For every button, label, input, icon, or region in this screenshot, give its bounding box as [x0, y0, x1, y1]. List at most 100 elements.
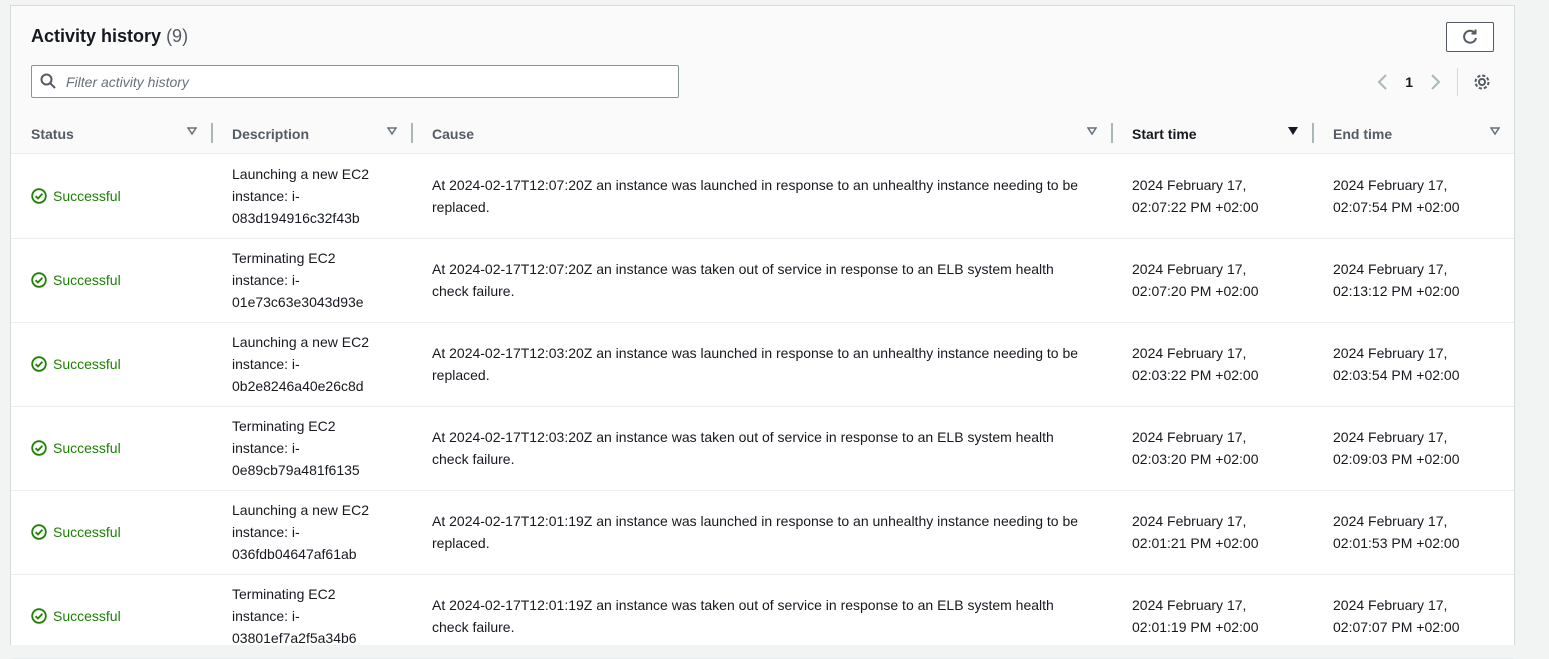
next-page-button[interactable]: [1423, 70, 1447, 94]
cause-cell-line: At 2024-02-17T12:07:20Z an instance was …: [432, 177, 1079, 193]
pager-divider: [1457, 68, 1458, 96]
refresh-button[interactable]: [1446, 22, 1494, 52]
description-cell-line: 036fdb04647af61ab: [232, 546, 357, 562]
table-row[interactable]: Successful Terminating EC2 instance: i- 01e…: [11, 238, 1514, 323]
cause-cell: At 2024-02-17T12:01:19Z an instance was …: [432, 594, 1102, 638]
description-cell-line: instance: i-: [232, 188, 300, 204]
sort-indicator-icon: [1087, 127, 1097, 136]
end-time-cell-line: 2024 February 17,: [1333, 429, 1448, 445]
column-resizer[interactable]: [211, 114, 213, 153]
column-resizer[interactable]: [411, 114, 413, 153]
end-time-cell-line: 02:01:53 PM +02:00: [1333, 535, 1460, 551]
end-time-cell-line: 02:07:54 PM +02:00: [1333, 199, 1460, 215]
description-cell-line: 0b2e8246a40e26c8d: [232, 378, 364, 394]
description-cell-line: 083d194916c32f43b: [232, 210, 360, 226]
column-resizer[interactable]: [1111, 114, 1113, 153]
status-text: Successful: [53, 524, 121, 540]
column-label-end-time: End time: [1333, 125, 1393, 142]
description-cell-line: instance: i-: [232, 440, 300, 456]
end-time-cell: 2024 February 17, 02:07:54 PM +02:00: [1333, 174, 1513, 218]
status-cell: Successful: [31, 521, 121, 543]
description-cell: Terminating EC2 instance: i- 01e73c63e3043…: [232, 247, 402, 313]
column-divider: [211, 123, 213, 143]
sort-indicator-icon: [1490, 127, 1500, 136]
description-cell-line: 0e89cb79a481f6135: [232, 462, 360, 478]
current-page[interactable]: 1: [1405, 74, 1413, 90]
description-cell-line: 01e73c63e3043d93e: [232, 294, 364, 310]
description-cell: Terminating EC2 instance: i- 03801ef7a2f5a…: [232, 583, 402, 649]
success-check-icon: [31, 524, 47, 540]
end-time-cell-line: 2024 February 17,: [1333, 597, 1448, 613]
end-time-cell-line: 2024 February 17,: [1333, 261, 1448, 277]
filter-input[interactable]: [64, 68, 668, 96]
end-time-cell: 2024 February 17, 02:09:03 PM +02:00: [1333, 426, 1513, 470]
status-text: Successful: [53, 440, 121, 456]
column-header-start-time[interactable]: Start time: [1132, 114, 1312, 153]
column-resizer[interactable]: [1312, 114, 1314, 153]
description-cell: Terminating EC2 instance: i- 0e89cb79a481f…: [232, 415, 402, 481]
table-row[interactable]: Successful Launching a new EC2 instance: i…: [11, 154, 1514, 239]
title-text: Activity history: [31, 26, 162, 46]
cause-cell-line: At 2024-02-17T12:03:20Z an instance was …: [432, 429, 1054, 445]
sort-descending-icon: [1288, 127, 1298, 135]
sort-indicator-icon: [387, 127, 397, 136]
status-text: Successful: [53, 608, 121, 624]
column-label-start-time: Start time: [1132, 125, 1197, 142]
description-cell-line: Launching a new EC2: [232, 502, 369, 518]
refresh-icon: [1463, 29, 1477, 44]
description-cell-line: Launching a new EC2: [232, 334, 369, 350]
end-time-cell: 2024 February 17, 02:01:53 PM +02:00: [1333, 510, 1513, 554]
cause-cell-line: At 2024-02-17T12:07:20Z an instance was …: [432, 261, 1054, 277]
description-cell: Launching a new EC2 instance: i- 036fdb046…: [232, 499, 402, 565]
cause-cell: At 2024-02-17T12:07:20Z an instance was …: [432, 174, 1102, 218]
cause-cell-line: check failure.: [432, 283, 515, 299]
column-divider: [411, 123, 413, 143]
cause-cell: At 2024-02-17T12:03:20Z an instance was …: [432, 342, 1102, 386]
table-row[interactable]: Successful Terminating EC2 instance: i- 038…: [11, 574, 1514, 659]
end-time-cell-line: 02:03:54 PM +02:00: [1333, 367, 1460, 383]
column-header-status[interactable]: Status: [31, 114, 211, 153]
cause-cell: At 2024-02-17T12:07:20Z an instance was …: [432, 258, 1102, 302]
column-header-description[interactable]: Description: [232, 114, 412, 153]
start-time-cell: 2024 February 17, 02:03:20 PM +02:00: [1132, 426, 1312, 470]
end-time-cell-line: 02:09:03 PM +02:00: [1333, 451, 1460, 467]
cause-cell-line: replaced.: [432, 367, 490, 383]
start-time-cell-line: 02:01:21 PM +02:00: [1132, 535, 1259, 551]
status-cell: Successful: [31, 269, 121, 291]
start-time-cell: 2024 February 17, 02:07:20 PM +02:00: [1132, 258, 1312, 302]
column-header-end-time[interactable]: End time: [1333, 114, 1513, 153]
end-time-cell-line: 2024 February 17,: [1333, 513, 1448, 529]
status-cell: Successful: [31, 605, 121, 627]
column-divider: [1312, 123, 1314, 143]
success-check-icon: [31, 188, 47, 204]
column-header-cause[interactable]: Cause: [432, 114, 1112, 153]
start-time-cell: 2024 February 17, 02:01:19 PM +02:00: [1132, 594, 1312, 638]
table-row[interactable]: Successful Launching a new EC2 instance: i…: [11, 490, 1514, 575]
start-time-cell-line: 2024 February 17,: [1132, 597, 1247, 613]
start-time-cell-line: 02:01:19 PM +02:00: [1132, 619, 1259, 635]
sort-indicator-icon: [187, 127, 197, 136]
cause-cell: At 2024-02-17T12:01:19Z an instance was …: [432, 510, 1102, 554]
start-time-cell-line: 2024 February 17,: [1132, 429, 1247, 445]
description-cell-line: Terminating EC2: [232, 250, 336, 266]
status-text: Successful: [53, 356, 121, 372]
description-cell-line: instance: i-: [232, 524, 300, 540]
start-time-cell-line: 2024 February 17,: [1132, 177, 1247, 193]
previous-page-button[interactable]: [1371, 70, 1395, 94]
description-cell-line: instance: i-: [232, 272, 300, 288]
cause-cell-line: check failure.: [432, 451, 515, 467]
search-icon: [40, 73, 56, 89]
status-cell: Successful: [31, 437, 121, 459]
end-time-cell-line: 02:07:07 PM +02:00: [1333, 619, 1460, 635]
cause-cell-line: replaced.: [432, 535, 490, 551]
table-row[interactable]: Successful Terminating EC2 instance: i- 0e8…: [11, 406, 1514, 491]
preferences-button[interactable]: [1470, 70, 1494, 94]
column-label-description: Description: [232, 125, 310, 142]
description-cell-line: Launching a new EC2: [232, 166, 369, 182]
start-time-cell: 2024 February 17, 02:01:21 PM +02:00: [1132, 510, 1312, 554]
end-time-cell: 2024 February 17, 02:13:12 PM +02:00: [1333, 258, 1513, 302]
table-row[interactable]: Successful Launching a new EC2 instance: i…: [11, 322, 1514, 407]
cause-cell-line: At 2024-02-17T12:01:19Z an instance was …: [432, 513, 1079, 529]
start-time-cell-line: 02:03:22 PM +02:00: [1132, 367, 1259, 383]
filter-field[interactable]: [31, 65, 679, 98]
